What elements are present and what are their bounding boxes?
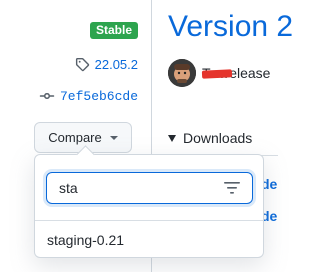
release-title[interactable]: Version 2 [168,10,293,44]
git-commit-icon [39,88,55,104]
dropdown-divider [35,220,263,221]
avatar[interactable] [168,59,196,87]
triangle-down-icon [168,134,176,142]
compare-label: Compare [48,130,102,145]
tag-label: 22.05.2 [94,57,138,72]
compare-dropdown: staging-0.21 [34,145,264,258]
filter-input[interactable] [59,180,219,196]
chevron-down-icon [109,135,118,140]
filter-field[interactable] [46,172,253,204]
branch-option[interactable]: staging-0.21 [47,232,124,248]
release-author[interactable]: T…release [168,59,270,87]
commit-hash: 7ef5eb6cde [59,88,138,104]
commit-link[interactable]: 7ef5eb6cde [39,88,138,104]
stable-badge: Stable [90,22,139,39]
tag-icon [75,57,90,72]
downloads-label: Downloads [183,130,253,146]
redaction-mark [201,69,233,79]
tag-link[interactable]: 22.05.2 [75,57,138,72]
author-name[interactable]: T…release [201,65,270,81]
downloads-toggle[interactable]: Downloads [168,130,252,146]
filter-icon[interactable] [224,181,240,200]
